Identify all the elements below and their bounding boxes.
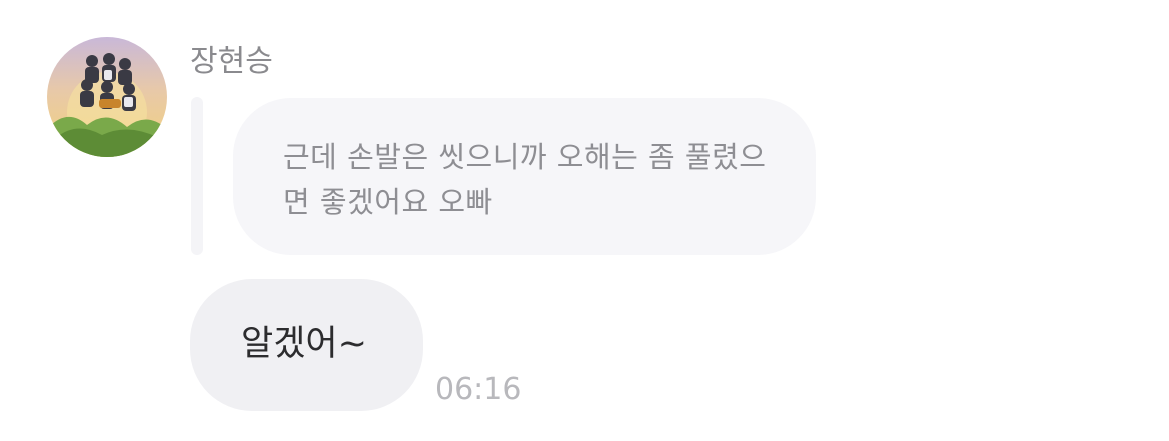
sender-name: 장현승 xyxy=(190,44,273,79)
quoted-message-text: 근데 손발은 씻으니까 오해는 좀 풀렸으면 좋겠어요 오빠 xyxy=(283,140,767,219)
reply-message-text: 알겠어~ xyxy=(241,324,367,364)
reply-quote-bar xyxy=(191,97,203,255)
sender-avatar[interactable] xyxy=(47,37,167,157)
message-timestamp: 06:16 xyxy=(435,372,522,407)
avatar-image xyxy=(47,37,167,157)
